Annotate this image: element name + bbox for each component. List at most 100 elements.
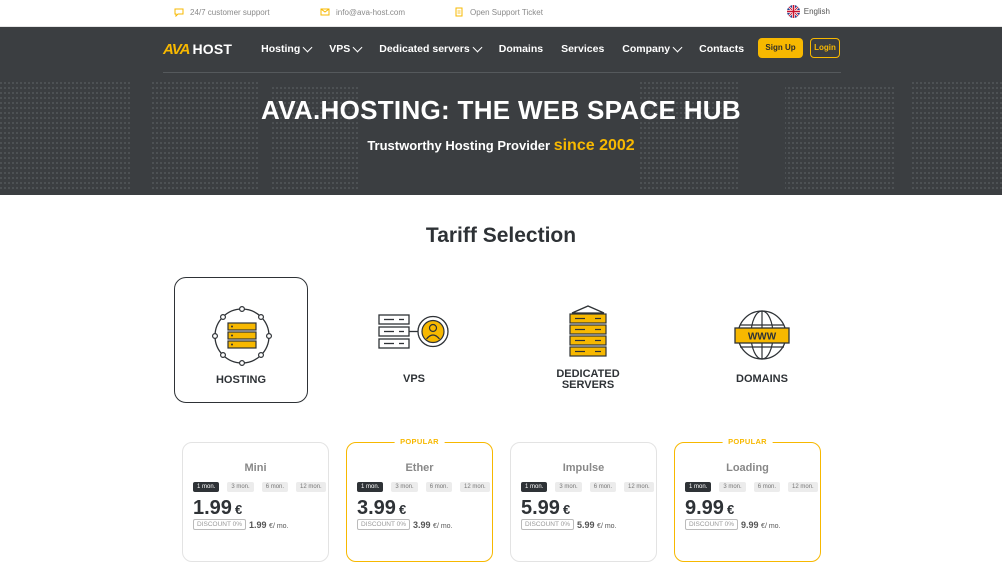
monthly-price: 3.99 €/ mo. (413, 520, 453, 530)
support-text: 24/7 customer support (190, 7, 270, 17)
monthly-price: 5.99 €/ mo. (577, 520, 617, 530)
monthly-price-value: 3.99 (413, 520, 431, 530)
category-hosting[interactable]: HOSTING (174, 277, 308, 403)
plan-card-mini[interactable]: Mini 1 mon. 3 mon. 6 mon. 12 mon. 1.99 € … (182, 442, 329, 562)
subtitle-text: Trustworthy Hosting Provider (367, 138, 551, 153)
dedicated-servers-icon (569, 305, 607, 357)
nav-label: VPS (329, 43, 351, 55)
plan-price: 9.99 € (685, 497, 734, 520)
nav-item-hosting[interactable]: Hosting (252, 42, 320, 55)
monthly-price-unit: €/ mo. (269, 523, 289, 530)
monthly-price: 1.99 €/ mo. (249, 520, 289, 530)
chevron-down-icon (352, 42, 363, 52)
chevron-down-icon (672, 42, 683, 52)
vps-icon (378, 314, 449, 349)
domains-icon: WWW (734, 310, 790, 360)
plan-card-ether[interactable]: POPULAR Ether 1 mon. 3 mon. 6 mon. 12 mo… (346, 437, 493, 562)
chevron-down-icon (472, 42, 483, 52)
plan-name: Ether (405, 462, 434, 474)
period-option[interactable]: 12 mon. (788, 482, 818, 492)
support-ticket-link[interactable]: Open Support Ticket (454, 7, 543, 17)
nav-label: Services (561, 43, 605, 55)
nav-item-company[interactable]: Company (613, 42, 690, 55)
hero-title: AVA.HOSTING: THE WEB SPACE HUB (261, 95, 741, 125)
period-option[interactable]: 3 mon. (555, 482, 582, 492)
hero-banner: AVA HOST Hosting VPS Dedicated servers D… (0, 27, 1002, 195)
plan-price: 5.99 € (521, 497, 570, 520)
tariff-selection-title: Tariff Selection (425, 224, 577, 247)
nav-item-domains[interactable]: Domains (490, 43, 552, 55)
language-label: English (803, 7, 830, 16)
period-option[interactable]: 12 mon. (460, 482, 490, 492)
nav-item-vps[interactable]: VPS (320, 42, 370, 55)
period-option[interactable]: 6 mon. (753, 482, 781, 492)
signup-button[interactable]: Sign Up (758, 38, 803, 58)
nav-label: Company (622, 43, 671, 55)
plan-name: Impulse (562, 462, 605, 474)
nav-item-contacts[interactable]: Contacts (690, 43, 753, 55)
nav-label: Domains (498, 43, 544, 55)
period-selector: 1 mon. 3 mon. 6 mon. 12 mon. (685, 482, 818, 492)
category-domains[interactable]: WWW DOMAINS (695, 277, 829, 403)
hero-subtitle: Trustworthy Hosting Provider since 2002 (0, 137, 1002, 155)
plan-card-impulse[interactable]: Impulse 1 mon. 3 mon. 6 mon. 12 mon. 5.9… (510, 442, 657, 562)
period-option[interactable]: 1 mon. (521, 482, 548, 492)
email-text: info@ava-host.com (336, 7, 406, 17)
period-option[interactable]: 12 mon. (296, 482, 326, 492)
category-label: HOSTING (215, 374, 267, 386)
period-selector: 1 mon. 3 mon. 6 mon. 12 mon. (357, 482, 490, 492)
period-option[interactable]: 3 mon. (391, 482, 418, 492)
subtitle-since: since 2002 (553, 137, 635, 154)
period-option[interactable]: 12 mon. (624, 482, 654, 492)
monthly-price-unit: €/ mo. (761, 523, 781, 530)
nav-item-services[interactable]: Services (552, 43, 613, 55)
email-link[interactable]: info@ava-host.com (320, 7, 405, 17)
price-currency: € (726, 502, 735, 517)
price-value: 1.99 (193, 497, 232, 519)
nav-divider (163, 72, 841, 73)
price-value: 9.99 (685, 497, 724, 519)
period-selector: 1 mon. 3 mon. 6 mon. 12 mon. (193, 482, 326, 492)
price-currency: € (398, 502, 407, 517)
period-option[interactable]: 1 mon. (685, 482, 712, 492)
nav-label: Hosting (261, 43, 301, 55)
nav-label: Dedicated servers (379, 43, 470, 55)
period-option[interactable]: 6 mon. (261, 482, 289, 492)
period-option[interactable]: 6 mon. (425, 482, 453, 492)
period-option[interactable]: 1 mon. (357, 482, 384, 492)
chat-icon (174, 8, 184, 17)
monthly-price-value: 5.99 (577, 520, 595, 530)
uk-flag-icon (786, 5, 800, 18)
discount-badge: DISCOUNT 0% (357, 519, 411, 530)
monthly-price-unit: €/ mo. (433, 523, 453, 530)
price-currency: € (562, 502, 571, 517)
plan-name: Loading (726, 462, 769, 474)
support-info[interactable]: 24/7 customer support (174, 7, 270, 17)
period-option[interactable]: 3 mon. (719, 482, 746, 492)
price-value: 3.99 (357, 497, 396, 519)
ava-host-logo[interactable]: AVA HOST (163, 41, 232, 58)
nav-item-dedicated-servers[interactable]: Dedicated servers (370, 42, 489, 55)
popular-badge: POPULAR (722, 437, 773, 446)
plan-card-loading[interactable]: POPULAR Loading 1 mon. 3 mon. 6 mon. 12 … (674, 437, 821, 562)
period-option[interactable]: 6 mon. (589, 482, 617, 492)
top-utility-bar: 24/7 customer support info@ava-host.com … (0, 0, 1002, 27)
monthly-price-value: 1.99 (249, 520, 267, 530)
chevron-down-icon (302, 42, 313, 52)
language-selector[interactable]: English (786, 5, 830, 18)
logo-text: HOST (192, 41, 233, 57)
category-vps[interactable]: VPS (347, 277, 481, 403)
category-dedicated-servers[interactable]: DEDICATED SERVERS (521, 277, 655, 403)
period-option[interactable]: 3 mon. (227, 482, 254, 492)
login-button[interactable]: Login (810, 38, 840, 58)
mail-icon (320, 8, 330, 16)
plan-name: Mini (244, 462, 267, 474)
plan-price: 3.99 € (357, 497, 406, 520)
period-option[interactable]: 1 mon. (193, 482, 220, 492)
category-label: VPS (402, 373, 425, 385)
discount-badge: DISCOUNT 0% (521, 519, 575, 530)
logo-mark: AVA (163, 40, 190, 58)
hosting-icon (212, 306, 272, 366)
price-currency: € (234, 502, 243, 517)
monthly-price-unit: €/ mo. (597, 523, 617, 530)
